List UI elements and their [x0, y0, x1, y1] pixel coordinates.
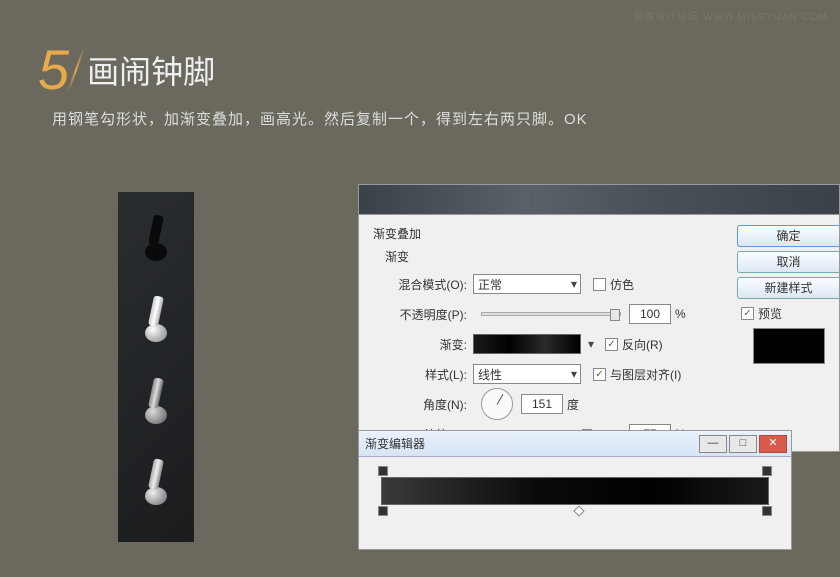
leg-preview-4	[138, 459, 174, 519]
new-style-button[interactable]: 新建样式	[737, 277, 839, 299]
style-select[interactable]: 线性	[473, 364, 581, 384]
step-number: 5	[38, 42, 69, 98]
preview-checkbox[interactable]: ✓	[741, 307, 754, 320]
angle-dial[interactable]	[481, 388, 513, 420]
opacity-label: 不透明度(P):	[385, 306, 467, 323]
gradient-swatch[interactable]	[473, 334, 581, 354]
minimize-button[interactable]: ―	[699, 435, 727, 453]
ok-button[interactable]: 确定	[737, 225, 839, 247]
opacity-stop-left[interactable]	[378, 466, 388, 476]
step-description: 用钢笔勾形状，加渐变叠加，画高光。然后复制一个，得到左右两只脚。OK	[52, 108, 588, 129]
dither-checkbox[interactable]	[593, 278, 606, 291]
reverse-checkbox[interactable]: ✓	[605, 338, 618, 351]
divider-slash	[67, 47, 85, 93]
angle-unit: 度	[567, 396, 579, 413]
step-header: 5 画闹钟脚	[38, 42, 215, 98]
leg-previews	[118, 192, 194, 542]
leg-preview-2	[138, 296, 174, 356]
watermark: 思缘设计论坛WWW.MISSYUAN.COM	[629, 8, 828, 23]
color-stop-right[interactable]	[762, 506, 772, 516]
dialog-buttons: 确定 取消 新建样式 ✓ 预览	[737, 225, 839, 364]
gradient-editor-titlebar[interactable]: 渐变编辑器 ― □ ✕	[359, 431, 791, 457]
dither-label: 仿色	[610, 276, 634, 293]
style-label: 样式(L):	[385, 366, 467, 383]
blend-mode-label: 混合模式(O):	[385, 276, 467, 293]
opacity-unit: %	[675, 307, 686, 321]
gradient-editor-title: 渐变编辑器	[365, 435, 425, 452]
step-title: 画闹钟脚	[87, 47, 215, 93]
angle-label: 角度(N):	[385, 396, 467, 413]
gradient-editor-dialog: 渐变编辑器 ― □ ✕	[358, 430, 792, 550]
gradient-bar[interactable]	[381, 477, 769, 505]
leg-preview-3	[138, 378, 174, 438]
gradient-label: 渐变:	[385, 336, 467, 353]
cancel-button[interactable]: 取消	[737, 251, 839, 273]
opacity-stop-right[interactable]	[762, 466, 772, 476]
opacity-input[interactable]: 100	[629, 304, 671, 324]
color-stop-left[interactable]	[378, 506, 388, 516]
reverse-label: 反向(R)	[622, 336, 663, 353]
preview-label: 预览	[758, 305, 782, 322]
leg-preview-1	[138, 215, 174, 275]
layer-style-dialog: 渐变叠加 渐变 混合模式(O): 正常 仿色 不透明度(P): 100 % 渐变…	[358, 184, 840, 452]
opacity-slider[interactable]	[481, 312, 621, 316]
dialog-titlebar[interactable]	[359, 185, 839, 215]
maximize-button[interactable]: □	[729, 435, 757, 453]
align-label: 与图层对齐(I)	[610, 366, 681, 383]
midpoint-marker[interactable]	[573, 505, 584, 516]
preview-swatch	[753, 328, 825, 364]
close-button[interactable]: ✕	[759, 435, 787, 453]
blend-mode-select[interactable]: 正常	[473, 274, 581, 294]
align-checkbox[interactable]: ✓	[593, 368, 606, 381]
angle-input[interactable]: 151	[521, 394, 563, 414]
